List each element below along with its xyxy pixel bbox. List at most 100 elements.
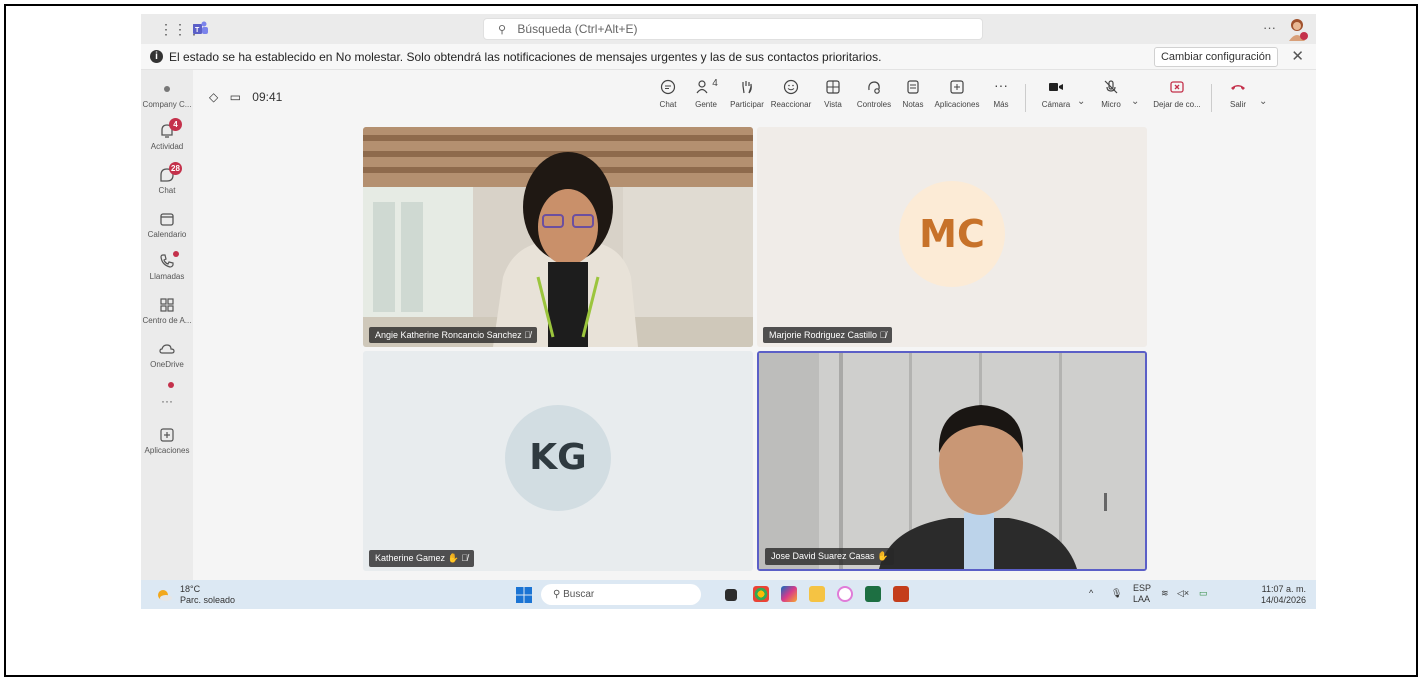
rail-label: Llamadas — [149, 272, 185, 281]
windows-start-icon[interactable] — [516, 587, 532, 603]
tool-people[interactable]: 4 Gente — [689, 78, 723, 109]
rail-label: Calendario — [147, 230, 187, 239]
weather-text: 18°C Parc. soleado — [180, 584, 235, 606]
tool-raise-hand[interactable]: Participar — [727, 78, 767, 109]
teams-window: ⋮⋮⋮ T ⚲ Búsqueda (Ctrl+Alt+E) ··· i El e… — [141, 14, 1316, 609]
system-clock[interactable]: 11:07 a. m. 14/04/2026 — [1261, 584, 1306, 606]
chat-bubble-icon: ▭ — [229, 90, 241, 104]
language-indicator[interactable]: ESP LAA — [1133, 583, 1151, 605]
tool-more[interactable]: ··· Más — [989, 78, 1013, 109]
calls-dot — [173, 251, 179, 257]
toolbar-divider — [1211, 84, 1212, 112]
tool-controls[interactable]: Controles — [853, 78, 895, 109]
task-view-icon[interactable] — [725, 589, 737, 601]
more-options-icon[interactable]: ··· — [1263, 20, 1276, 35]
rail-label: OneDrive — [150, 360, 184, 369]
music-icon[interactable] — [837, 586, 853, 602]
rail-item-chat[interactable]: 28 Chat — [141, 162, 193, 195]
search-icon: ⚲ — [553, 589, 561, 600]
rail-item-onedrive[interactable]: OneDrive — [141, 340, 193, 369]
tray-chevron-icon[interactable]: ^ — [1089, 588, 1093, 598]
search-icon: ⚲ — [498, 24, 507, 36]
powerpoint-icon[interactable] — [893, 586, 909, 602]
info-icon: i — [150, 50, 163, 63]
shield-icon: ◇ — [209, 90, 219, 104]
participant-tile[interactable]: KG Katherine Gamez ✋ 🎙̸ — [363, 351, 753, 571]
mic-label: Micro — [1101, 100, 1121, 109]
calendar-icon — [158, 210, 176, 228]
tool-label: Aplicaciones — [934, 100, 980, 109]
grid-view-icon — [819, 78, 847, 98]
rail-item-company[interactable]: Company C... — [141, 80, 193, 109]
camera-button[interactable]: Cámara — [1039, 78, 1073, 109]
more-icon: ··· — [994, 77, 1008, 93]
apps-grid-icon — [158, 296, 176, 314]
weather-desc: Parc. soleado — [180, 595, 236, 605]
participant-name: Angie Katherine Roncancio Sanchez — [375, 330, 522, 340]
camera-chevron-icon[interactable]: ⌄ — [1077, 96, 1085, 107]
tool-notes[interactable]: Notas — [899, 78, 927, 109]
camera-icon — [1039, 78, 1073, 98]
tool-react[interactable]: Reaccionar — [769, 78, 813, 109]
notification-text: El estado se ha establecido en No molest… — [169, 50, 882, 64]
leave-button[interactable]: Salir — [1223, 78, 1253, 109]
leave-chevron-icon[interactable]: ⌄ — [1259, 96, 1267, 107]
raised-hand-icon: ✋ — [877, 551, 889, 561]
excel-icon[interactable] — [865, 586, 881, 602]
chat-icon: 28 — [158, 162, 182, 184]
volume-icon[interactable]: ◁× — [1177, 588, 1189, 599]
stop-sharing-button[interactable]: Dejar de co... — [1153, 78, 1201, 109]
clock-time: 11:07 a. m. — [1261, 584, 1306, 594]
participant-tile[interactable]: MC Marjorie Rodriguez Castillo 🎙̸ — [757, 127, 1147, 347]
tool-apps[interactable]: Aplicaciones — [931, 78, 983, 109]
more-icon — [158, 382, 176, 392]
participant-tile-active[interactable]: Jose David Suarez Casas ✋ — [757, 351, 1147, 571]
rail-label: Aplicaciones — [144, 446, 190, 455]
share-label: Dejar de co... — [1153, 100, 1201, 109]
rail-item-more[interactable]: ··· — [141, 382, 193, 408]
partly-sunny-icon — [158, 590, 172, 601]
rail-item-calls[interactable]: Llamadas — [141, 251, 193, 281]
close-icon[interactable]: ✕ — [1291, 47, 1304, 65]
taskbar-search[interactable]: ⚲ Buscar — [541, 584, 701, 605]
stop-share-icon — [1153, 78, 1201, 98]
participant-tile[interactable]: Angie Katherine Roncancio Sanchez 🎙̸ — [363, 127, 753, 347]
people-icon: 4 — [689, 78, 723, 98]
rail-item-applications[interactable]: Aplicaciones — [141, 426, 193, 455]
cloud-icon — [158, 340, 176, 358]
controls-icon — [853, 78, 895, 98]
mic-tray-icon[interactable]: 🎙 — [1111, 588, 1122, 599]
copilot-icon[interactable] — [781, 586, 797, 602]
change-settings-button[interactable]: Cambiar configuración — [1153, 47, 1278, 67]
rail-item-apps-center[interactable]: Centro de A... — [141, 296, 193, 325]
bell-icon: 4 — [158, 118, 182, 140]
search-placeholder: Búsqueda (Ctrl+Alt+E) — [517, 22, 638, 36]
mic-muted-icon: 🎙̸ — [461, 553, 469, 563]
rail-item-calendar[interactable]: Calendario — [141, 210, 193, 239]
weather-temp: 18°C — [180, 584, 201, 594]
hand-icon — [727, 78, 767, 98]
company-icon — [158, 80, 176, 98]
search-input[interactable]: ⚲ Búsqueda (Ctrl+Alt+E) — [483, 18, 983, 40]
participant-name: Jose David Suarez Casas — [771, 551, 875, 561]
mic-muted-icon: 🎙̸ — [879, 330, 887, 340]
participant-avatar: KG — [505, 405, 611, 511]
tool-chat[interactable]: Chat — [653, 78, 683, 109]
lang-primary: ESP — [1133, 583, 1152, 593]
wifi-icon[interactable]: ≋ — [1161, 588, 1169, 599]
mic-button[interactable]: Micro — [1097, 78, 1125, 109]
toolbar-divider — [1025, 84, 1026, 112]
chat-badge: 28 — [169, 162, 182, 175]
tool-label: Gente — [695, 100, 717, 109]
add-app-icon — [158, 426, 176, 444]
user-avatar[interactable] — [1286, 17, 1308, 41]
meeting-toolbar: ◇ ▭ 09:41 Chat 4 Gente Participar Reacci… — [193, 70, 1316, 126]
teams-logo-icon: T — [193, 21, 208, 34]
chrome-icon[interactable] — [753, 586, 769, 602]
rail-label: Actividad — [150, 142, 184, 151]
mic-chevron-icon[interactable]: ⌄ — [1131, 96, 1139, 107]
rail-item-activity[interactable]: 4 Actividad — [141, 118, 193, 151]
battery-icon[interactable]: ▭ — [1199, 588, 1208, 599]
tool-view[interactable]: Vista — [819, 78, 847, 109]
file-explorer-icon[interactable] — [809, 586, 825, 602]
